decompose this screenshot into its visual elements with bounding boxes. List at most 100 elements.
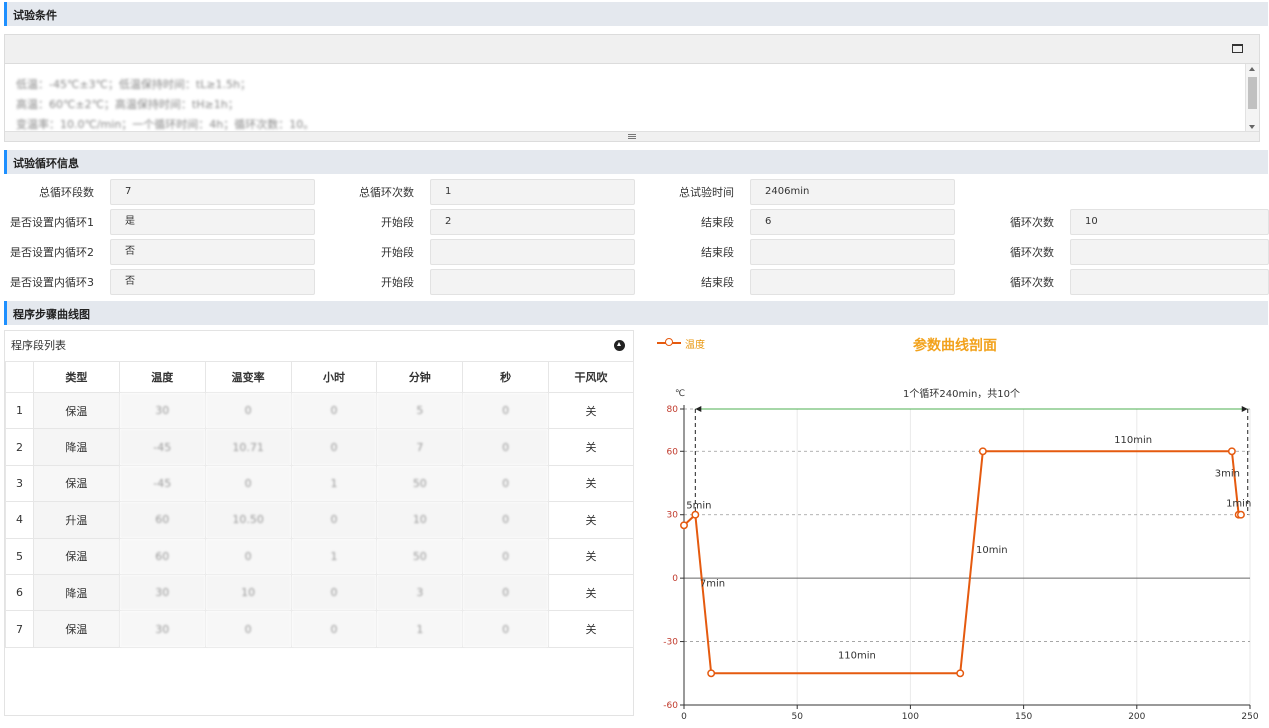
table-cell[interactable]: 保温 (32, 464, 120, 503)
inner-loop-2-start-field[interactable] (430, 239, 635, 265)
table-cell[interactable]: 0 (462, 391, 550, 430)
table-cell[interactable]: 3 (376, 573, 464, 612)
inner-loop-2-count-field[interactable] (1070, 239, 1269, 265)
total-time-field[interactable]: 2406min (750, 179, 955, 205)
table-cell[interactable]: 0 (290, 428, 378, 466)
conditions-text[interactable]: 低温：-45℃±3℃；低温保持时间：tL≥1.5h； 高温：60℃±2℃；高温保… (16, 75, 314, 135)
table-cell[interactable]: 0 (462, 464, 550, 503)
table-cell[interactable]: 0 (290, 391, 378, 430)
table-cell[interactable]: 0 (462, 537, 550, 575)
data-point[interactable] (1227, 447, 1236, 456)
inner-loop-1-field[interactable]: 是 (110, 209, 315, 235)
table-cell[interactable]: 关 (548, 428, 634, 466)
scroll-thumb[interactable] (1248, 77, 1257, 109)
column-header[interactable]: 类型 (32, 361, 120, 393)
table-cell[interactable]: 降温 (32, 573, 120, 612)
resize-handle[interactable] (5, 131, 1259, 141)
table-cell[interactable]: 0 (204, 464, 292, 503)
table-row[interactable]: 2 降温 -45 10.71 0 7 0 关 (5, 428, 634, 466)
table-cell[interactable]: 30 (118, 610, 206, 648)
table-row[interactable]: 7 保温 30 0 0 1 0 关 (5, 610, 634, 648)
table-cell[interactable]: 60 (118, 537, 206, 575)
data-point[interactable] (691, 510, 700, 519)
column-header[interactable]: 温度 (118, 361, 206, 393)
table-cell[interactable]: 1 (376, 610, 464, 648)
inner-loop-1-start-field[interactable]: 2 (430, 209, 635, 235)
inner-loop-1-count-field[interactable]: 10 (1070, 209, 1269, 235)
table-cell[interactable]: 关 (548, 391, 634, 430)
conditions-scrollbar[interactable] (1245, 64, 1259, 133)
table-row[interactable]: 1 保温 30 0 0 5 0 关 (5, 391, 634, 430)
table-cell[interactable]: 0 (290, 501, 378, 539)
table-cell[interactable]: 0 (290, 573, 378, 612)
y-tick-label: -30 (663, 638, 678, 648)
table-cell[interactable]: 保温 (32, 610, 120, 648)
inner-loop-2-end-field[interactable] (750, 239, 955, 265)
table-cell[interactable]: 降温 (32, 428, 120, 466)
table-cell[interactable]: 0 (204, 391, 292, 430)
table-cell[interactable]: 0 (462, 501, 550, 539)
table-cell[interactable]: 保温 (32, 391, 120, 430)
table-row[interactable]: 6 降温 30 10 0 3 0 关 (5, 573, 634, 612)
table-cell[interactable]: 10.50 (204, 501, 292, 539)
start-segment-label: 开始段 (381, 216, 414, 229)
table-row[interactable]: 4 升温 60 10.50 0 10 0 关 (5, 501, 634, 539)
table-cell[interactable]: 关 (548, 537, 634, 575)
table-cell[interactable]: 关 (548, 501, 634, 539)
table-cell[interactable]: 5 (376, 391, 464, 430)
table-cell[interactable]: 1 (290, 464, 378, 503)
table-cell[interactable]: 0 (462, 573, 550, 612)
table-row[interactable]: 3 保温 -45 0 1 50 0 关 (5, 464, 634, 503)
table-cell[interactable]: 10 (204, 573, 292, 612)
table-cell[interactable]: 10 (376, 501, 464, 539)
maximize-icon[interactable] (1232, 44, 1243, 53)
data-point[interactable] (1236, 510, 1245, 519)
table-cell[interactable]: 30 (118, 391, 206, 430)
column-header[interactable]: 干风吹 (548, 361, 634, 393)
column-header[interactable]: 温变率 (204, 361, 292, 393)
data-point[interactable] (707, 669, 716, 678)
scroll-down-icon[interactable] (1249, 125, 1255, 129)
table-cell[interactable]: 关 (548, 610, 634, 648)
data-point[interactable] (956, 669, 965, 678)
collapse-icon[interactable] (614, 340, 625, 351)
table-cell[interactable]: 0 (290, 610, 378, 648)
segment-duration-label: 110min (838, 650, 876, 661)
inner-loop-3-start-field[interactable] (430, 269, 635, 295)
data-point[interactable] (680, 521, 688, 530)
table-cell[interactable]: 升温 (32, 501, 120, 539)
table-cell[interactable]: 0 (204, 610, 292, 648)
inner-loop-3-field[interactable]: 否 (110, 269, 315, 295)
column-header[interactable]: 分钟 (376, 361, 464, 393)
inner-loop-3-count-field[interactable] (1070, 269, 1269, 295)
column-header[interactable]: 小时 (290, 361, 378, 393)
table-cell[interactable]: -45 (118, 464, 206, 503)
table-cell[interactable]: 60 (118, 501, 206, 539)
table-cell[interactable]: 30 (118, 573, 206, 612)
table-cell[interactable]: 0 (462, 428, 550, 466)
table-cell[interactable]: 0 (204, 537, 292, 575)
table-cell[interactable]: 10.71 (204, 428, 292, 466)
table-cell[interactable]: 关 (548, 464, 634, 503)
section-header-curve: 程序步骤曲线图 (4, 301, 1268, 325)
column-header[interactable]: 秒 (462, 361, 550, 393)
table-cell[interactable]: 1 (290, 537, 378, 575)
table-cell[interactable]: 7 (376, 428, 464, 466)
inner-loop-1-label: 是否设置内循环1 (10, 216, 94, 229)
inner-loop-2-field[interactable]: 否 (110, 239, 315, 265)
table-cell[interactable]: 0 (462, 610, 550, 648)
column-header[interactable] (5, 361, 34, 393)
table-cell[interactable]: -45 (118, 428, 206, 466)
total-segments-field[interactable]: 7 (110, 179, 315, 205)
table-cell[interactable]: 保温 (32, 537, 120, 575)
table-row[interactable]: 5 保温 60 0 1 50 0 关 (5, 537, 634, 575)
data-point[interactable] (978, 447, 987, 456)
inner-loop-3-end-field[interactable] (750, 269, 955, 295)
total-cycles-field[interactable]: 1 (430, 179, 635, 205)
scroll-up-icon[interactable] (1249, 67, 1255, 71)
table-cell[interactable]: 50 (376, 464, 464, 503)
temperature-series-line[interactable] (683, 450, 1241, 675)
table-cell[interactable]: 关 (548, 573, 634, 612)
table-cell[interactable]: 50 (376, 537, 464, 575)
inner-loop-1-end-field[interactable]: 6 (750, 209, 955, 235)
